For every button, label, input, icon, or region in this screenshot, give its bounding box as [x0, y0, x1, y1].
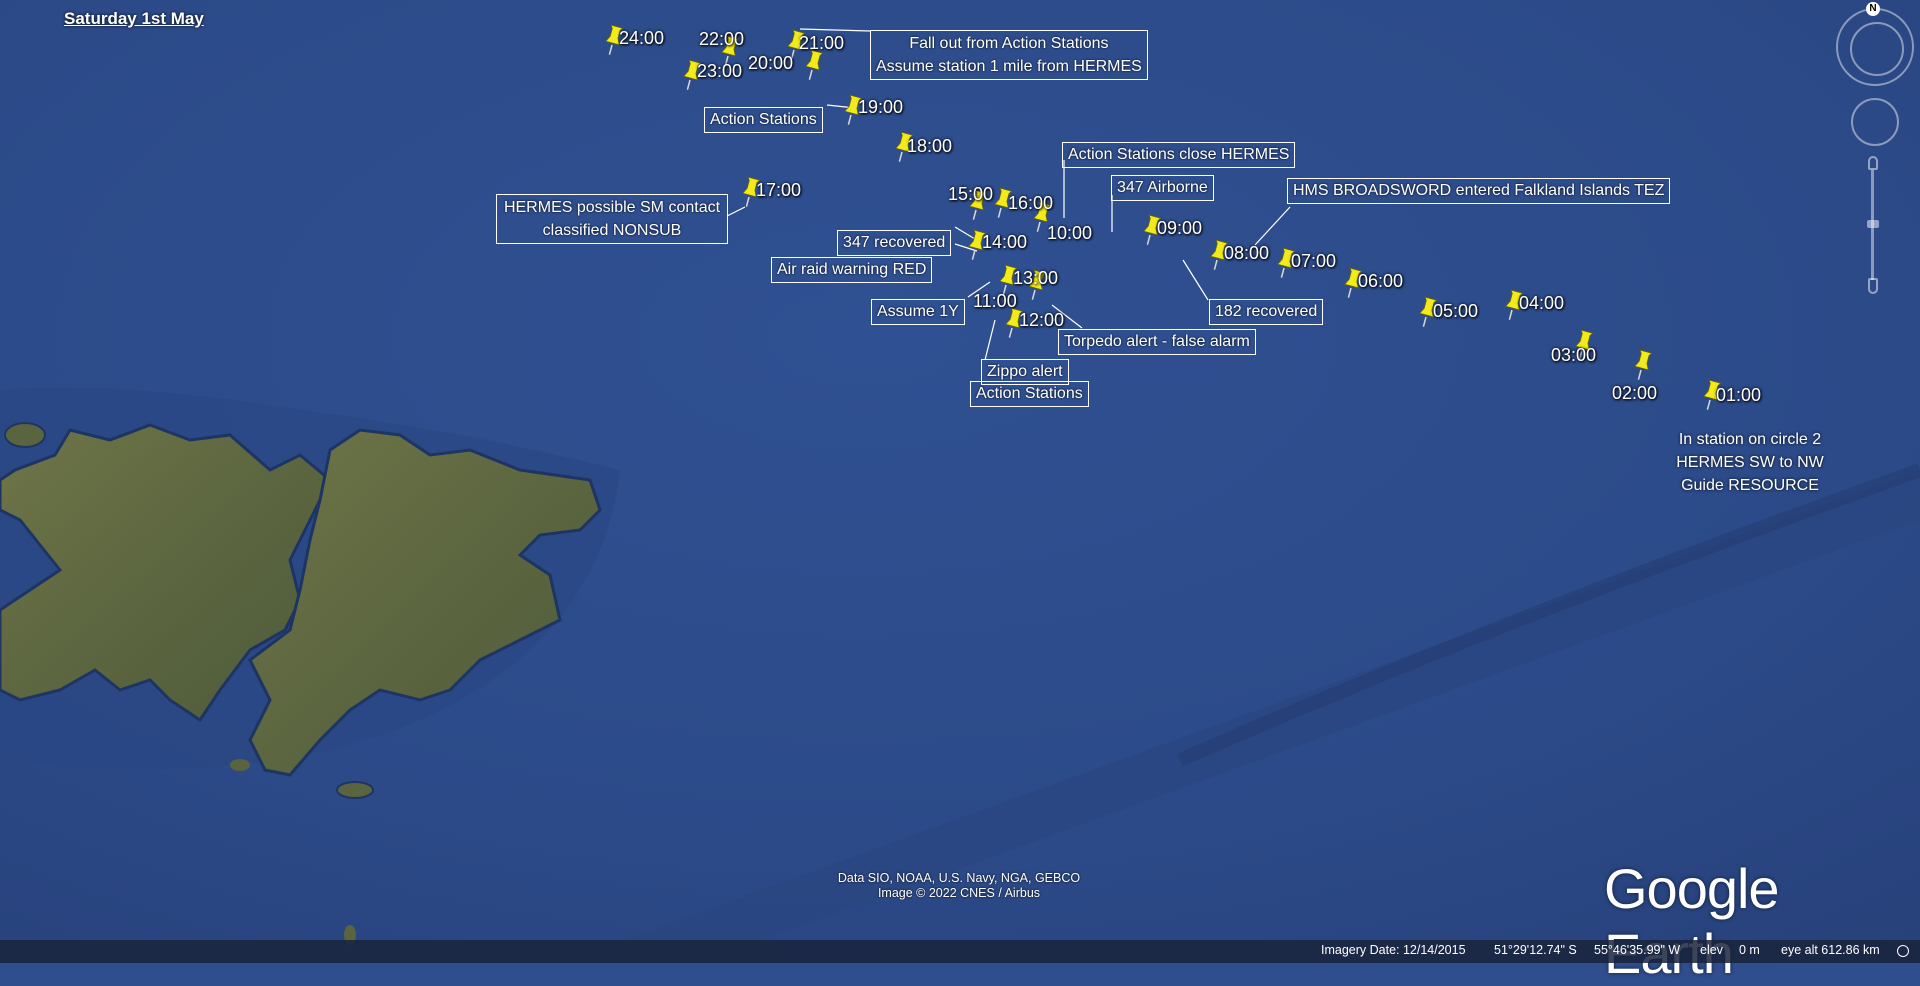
pin-time-label: 13:00: [1013, 268, 1059, 288]
pin-time-label: 20:00: [748, 53, 794, 73]
streaming-globe-icon: [1897, 945, 1909, 957]
status-bar: Imagery Date: 12/14/2015 51°29'12.74" S …: [0, 940, 1920, 963]
note-347-airborne: 347 Airborne: [1111, 175, 1214, 201]
note-fall-out: Fall out from Action Stations Assume sta…: [870, 30, 1148, 80]
zoom-slider[interactable]: [1867, 156, 1879, 296]
pin-time-label: 15:00: [948, 184, 994, 204]
note-line: In station on circle 2: [1678, 431, 1822, 448]
note-347-recovered: 347 recovered: [837, 230, 952, 256]
pin-time-label: 02:00: [1612, 383, 1658, 403]
latitude: 51°29'12.74" S: [1494, 943, 1577, 957]
pin-time-label: 22:00: [699, 29, 745, 49]
satellite-map[interactable]: [0, 0, 1920, 963]
note-line: Assume station 1 mile from HERMES: [876, 58, 1142, 75]
compass-ring[interactable]: N: [1836, 2, 1914, 86]
pin-time-label: 16:00: [1008, 193, 1054, 213]
pin-time-label: 01:00: [1716, 385, 1762, 405]
attribution-line: Data SIO, NOAA, U.S. Navy, NGA, GEBCO: [837, 871, 1081, 885]
note-action-stations-close: Action Stations close HERMES: [1062, 142, 1296, 168]
north-indicator[interactable]: N: [1866, 2, 1880, 16]
pin-time-label: 09:00: [1157, 218, 1203, 238]
note-line: HERMES possible SM contact: [503, 199, 721, 216]
zoom-out-icon[interactable]: [1868, 278, 1878, 294]
pin-time-label: 05:00: [1433, 301, 1479, 321]
imagery-date: Imagery Date: 12/14/2015: [1321, 943, 1466, 957]
look-joystick[interactable]: [1851, 98, 1899, 146]
pin-time-label: 12:00: [1019, 310, 1065, 330]
islet: [230, 759, 250, 771]
pin-time-label: 24:00: [619, 28, 665, 48]
note-in-station: In station on circle 2 HERMES SW to NW G…: [1640, 428, 1860, 497]
pin-time-label: 17:00: [756, 180, 802, 200]
pin-time-label: 14:00: [982, 232, 1028, 252]
zoom-in-icon[interactable]: [1868, 156, 1878, 170]
pin-time-label: 03:00: [1551, 345, 1597, 365]
attribution-line: Image © 2022 CNES / Airbus: [877, 886, 1041, 900]
note-line: classified NONSUB: [542, 222, 682, 239]
pin-time-label: 11:00: [973, 291, 1017, 311]
note-broadsword: HMS BROADSWORD entered Falkland Islands …: [1287, 178, 1671, 204]
note-line: Fall out from Action Stations: [909, 35, 1109, 52]
elevation-value: 0 m: [1739, 943, 1760, 957]
zoom-thumb[interactable]: [1867, 220, 1879, 228]
pin-time-label: 19:00: [858, 97, 904, 117]
note-hermes-contact: HERMES possible SM contact classified NO…: [496, 194, 728, 244]
pin-time-label: 08:00: [1224, 243, 1270, 263]
islet: [4, 422, 46, 448]
islet: [336, 781, 374, 799]
note-assume-1y: Assume 1Y: [871, 299, 965, 325]
eye-altitude: eye alt 612.86 km: [1781, 943, 1880, 957]
elevation-label: elev: [1700, 943, 1723, 957]
note-action-stations-19: Action Stations: [704, 107, 823, 133]
note-action-stations-12: Action Stations: [970, 381, 1089, 407]
compass-inner-ring[interactable]: [1850, 22, 1904, 76]
note-182-recovered: 182 recovered: [1209, 299, 1324, 325]
note-air-raid: Air raid warning RED: [771, 257, 933, 283]
pin-time-label: 10:00: [1047, 223, 1093, 243]
pin-time-label: 23:00: [697, 61, 743, 81]
date-title: Saturday 1st May: [64, 9, 204, 28]
pin-time-label: 06:00: [1358, 271, 1404, 291]
note-torpedo: Torpedo alert - false alarm: [1058, 329, 1256, 355]
pin-time-label: 07:00: [1291, 251, 1337, 271]
data-attribution: Data SIO, NOAA, U.S. Navy, NGA, GEBCO Im…: [794, 871, 1124, 901]
google-earth-logo: Google Earth: [1604, 857, 1780, 985]
pin-time-label: 21:00: [799, 33, 845, 53]
pin-time-label: 04:00: [1519, 293, 1565, 313]
pin-time-label: 18:00: [907, 136, 953, 156]
note-line: Guide RESOURCE: [1681, 477, 1819, 494]
longitude: 55°46'35.99" W: [1594, 943, 1681, 957]
note-line: HERMES SW to NW: [1676, 454, 1824, 471]
